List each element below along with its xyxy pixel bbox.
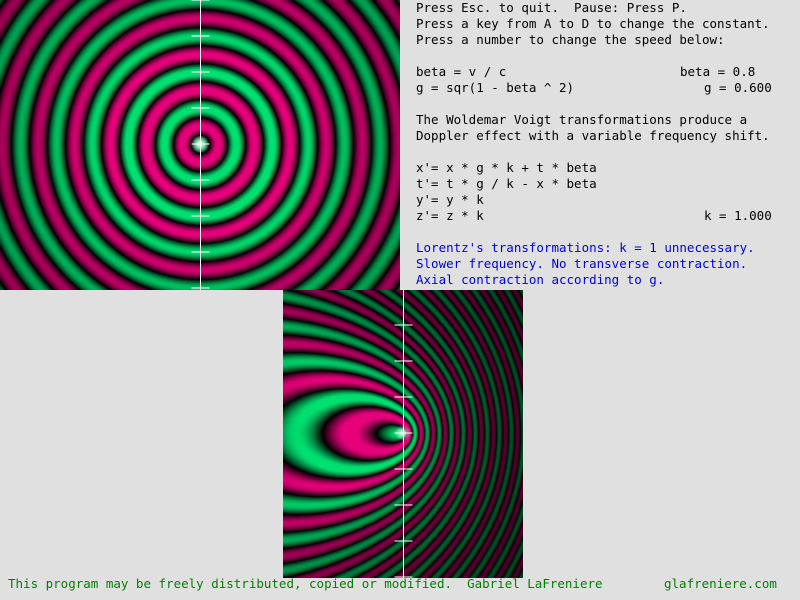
stationary-wave-panel <box>0 0 400 290</box>
beta-formula: beta = v / c <box>416 64 507 79</box>
g-formula: g = sqr(1 - beta ^ 2) <box>416 80 575 95</box>
transform-z: z'= z * k <box>416 208 484 223</box>
g-value: g = 0.600 <box>704 80 772 95</box>
footer-website-link[interactable]: glafreniere.com <box>664 576 777 592</box>
instruction-change-speed: Press a number to change the speed below… <box>416 32 725 47</box>
transform-y: y'= y * k <box>416 192 484 207</box>
moving-wave-panel <box>283 290 523 578</box>
description-line-1: The Woldemar Voigt transformations produ… <box>416 112 748 127</box>
instruction-change-constant: Press a key from A to D to change the co… <box>416 16 770 31</box>
k-value: k = 1.000 <box>704 208 772 223</box>
beta-value: beta = 0.8 <box>680 64 756 79</box>
footer-credits: This program may be freely distributed, … <box>8 576 603 591</box>
lorentz-note-line-3: Axial contraction according to g. <box>416 272 665 287</box>
lorentz-note-line-2: Slower frequency. No transverse contract… <box>416 256 748 271</box>
description-line-2: Doppler effect with a variable frequency… <box>416 128 770 143</box>
transform-t: t'= t * g / k - x * beta <box>416 176 597 191</box>
stationary-wave-canvas <box>0 0 400 290</box>
instruction-quit-pause: Press Esc. to quit. Pause: Press P. <box>416 0 687 15</box>
lorentz-note-line-1: Lorentz's transformations: k = 1 unneces… <box>416 240 755 255</box>
moving-wave-canvas <box>283 290 523 578</box>
transform-x: x'= x * g * k + t * beta <box>416 160 597 175</box>
